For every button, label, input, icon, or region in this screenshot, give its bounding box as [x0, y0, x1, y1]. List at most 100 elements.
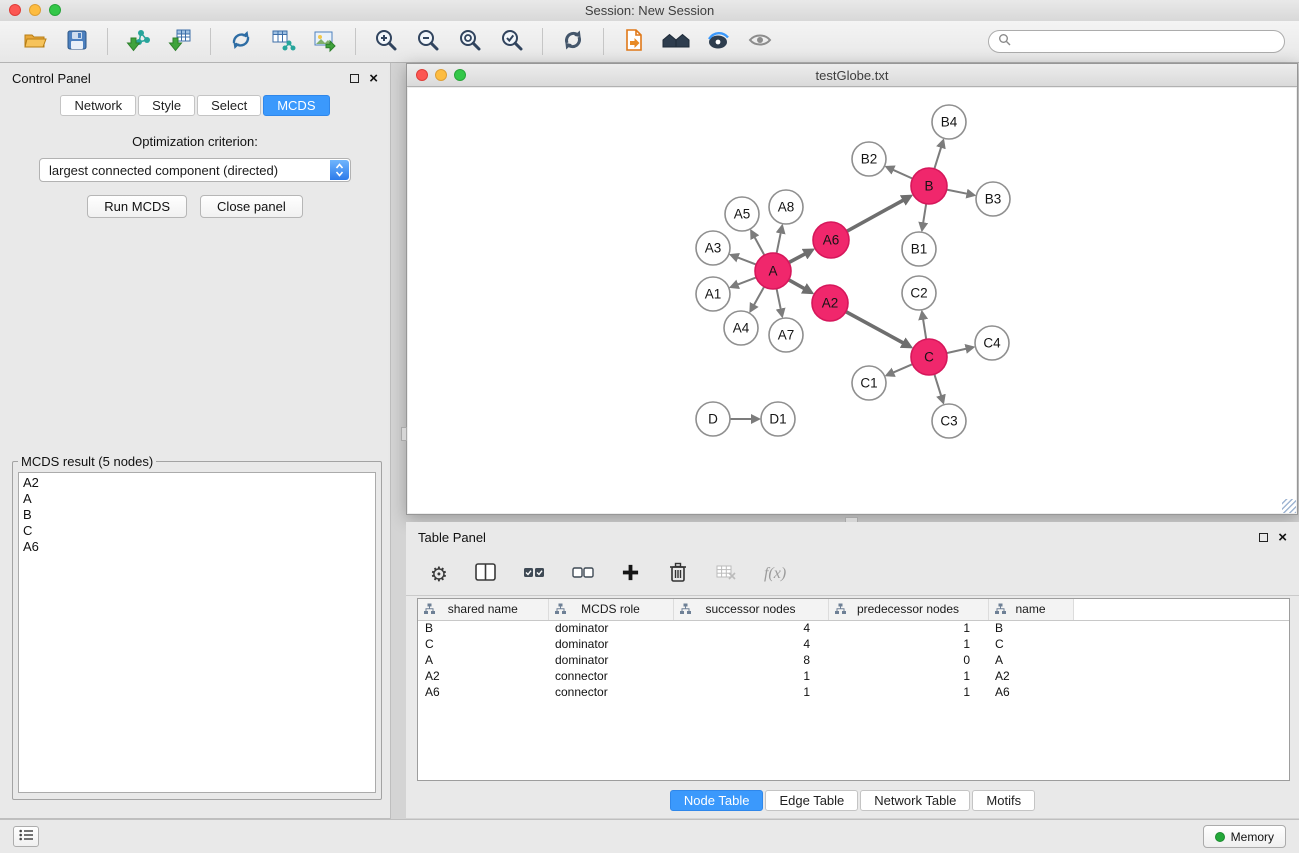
table-cell[interactable]: 1	[828, 636, 988, 652]
table-cell[interactable]: B	[418, 620, 548, 636]
close-window-button[interactable]	[9, 4, 21, 16]
graph-node-B2[interactable]: B2	[852, 142, 886, 176]
search-input[interactable]	[1016, 35, 1275, 49]
optimization-criterion-select[interactable]: largest connected component (directed)	[39, 158, 351, 182]
network-overview-button[interactable]	[659, 25, 693, 59]
table-settings-button[interactable]: ⚙	[430, 562, 448, 586]
table-cell[interactable]: 1	[673, 668, 828, 684]
graph-edge-B-B2[interactable]	[893, 170, 913, 179]
network-window-titlebar[interactable]: testGlobe.txt	[407, 64, 1297, 87]
table-cell[interactable]: dominator	[548, 636, 673, 652]
graph-node-A3[interactable]: A3	[696, 231, 730, 265]
table-cell[interactable]: A2	[418, 668, 548, 684]
apply-style-button[interactable]	[701, 25, 735, 59]
node-table[interactable]: shared nameMCDS rolesuccessor nodesprede…	[417, 598, 1290, 781]
graph-edge-B-B1[interactable]	[923, 204, 926, 224]
zoom-out-button[interactable]	[411, 25, 445, 59]
tab-network[interactable]: Network	[60, 95, 136, 116]
zoom-in-button[interactable]	[369, 25, 403, 59]
graph-node-A[interactable]: A	[755, 253, 791, 289]
export-document-button[interactable]	[617, 25, 651, 59]
graph-edge-B-B4[interactable]	[934, 147, 941, 169]
network-arrows-button[interactable]	[224, 25, 258, 59]
import-network-button[interactable]	[121, 25, 155, 59]
column-header-MCDS-role[interactable]: MCDS role	[548, 599, 673, 620]
graph-node-A6[interactable]: A6	[813, 222, 849, 258]
mcds-result-item[interactable]: A6	[23, 539, 371, 555]
table-cell[interactable]: 4	[673, 636, 828, 652]
zoom-fit-button[interactable]	[453, 25, 487, 59]
table-row[interactable]: Cdominator41C	[418, 636, 1289, 652]
graph-node-A8[interactable]: A8	[769, 190, 803, 224]
graph-edge-A-A5[interactable]	[754, 237, 764, 255]
mcds-result-item[interactable]: B	[23, 507, 371, 523]
table-cell[interactable]: C	[988, 636, 1073, 652]
show-hide-button[interactable]	[743, 25, 777, 59]
table-cell[interactable]: 1	[828, 684, 988, 700]
table-row[interactable]: Adominator80A	[418, 652, 1289, 668]
graph-node-C3[interactable]: C3	[932, 404, 966, 438]
mcds-result-box[interactable]: A2ABCA6	[18, 472, 376, 793]
graph-node-C1[interactable]: C1	[852, 366, 886, 400]
window-resize-grip[interactable]	[1282, 499, 1296, 513]
tab-motifs[interactable]: Motifs	[972, 790, 1035, 811]
import-table-button[interactable]	[163, 25, 197, 59]
graph-node-A5[interactable]: A5	[725, 197, 759, 231]
tab-node-table[interactable]: Node Table	[670, 790, 764, 811]
open-file-button[interactable]	[18, 25, 52, 59]
close-panel-button[interactable]: Close panel	[200, 195, 303, 218]
task-history-button[interactable]	[13, 826, 39, 847]
graph-edge-A-A2[interactable]	[789, 280, 805, 289]
tab-select[interactable]: Select	[197, 95, 261, 116]
run-mcds-button[interactable]: Run MCDS	[87, 195, 187, 218]
graph-node-B[interactable]: B	[911, 168, 947, 204]
graph-edge-A-A6[interactable]	[789, 254, 806, 263]
tab-edge-table[interactable]: Edge Table	[765, 790, 858, 811]
graph-node-A1[interactable]: A1	[696, 277, 730, 311]
graph-edge-A2-C[interactable]	[846, 312, 904, 343]
show-columns-button[interactable]	[475, 563, 496, 584]
column-header-predecessor-nodes[interactable]: predecessor nodes	[828, 599, 988, 620]
close-network-window-button[interactable]	[416, 69, 428, 81]
graph-node-B4[interactable]: B4	[932, 105, 966, 139]
graph-edge-A-A4[interactable]	[754, 287, 764, 306]
float-panel-icon[interactable]	[350, 74, 359, 83]
graph-node-B1[interactable]: B1	[902, 232, 936, 266]
table-cell[interactable]: A	[988, 652, 1073, 668]
network-canvas[interactable]: AA1A2A3A4A5A6A7A8BB1B2B3B4CC1C2C3C4DD1	[408, 88, 1296, 513]
graph-node-C4[interactable]: C4	[975, 326, 1009, 360]
table-cell[interactable]: 1	[828, 620, 988, 636]
table-cell[interactable]: connector	[548, 684, 673, 700]
mcds-result-item[interactable]: A	[23, 491, 371, 507]
graph-edge-A6-B[interactable]	[847, 200, 904, 231]
minimize-window-button[interactable]	[29, 4, 41, 16]
table-cell[interactable]: 1	[828, 668, 988, 684]
graph-edge-A-A1[interactable]	[737, 277, 756, 284]
mcds-result-item[interactable]: A2	[23, 475, 371, 491]
table-cell[interactable]: C	[418, 636, 548, 652]
function-builder-button[interactable]: f(x)	[764, 565, 786, 583]
table-cell[interactable]: 0	[828, 652, 988, 668]
table-row[interactable]: A6connector11A6	[418, 684, 1289, 700]
minimize-network-window-button[interactable]	[435, 69, 447, 81]
tab-network-table[interactable]: Network Table	[860, 790, 970, 811]
table-cell[interactable]: dominator	[548, 620, 673, 636]
graph-node-A2[interactable]: A2	[812, 285, 848, 321]
column-header-shared-name[interactable]: shared name	[418, 599, 548, 620]
table-network-button[interactable]	[266, 25, 300, 59]
graph-node-B3[interactable]: B3	[976, 182, 1010, 216]
graph-node-A4[interactable]: A4	[724, 311, 758, 345]
close-panel-icon[interactable]: ×	[369, 74, 378, 83]
graph-edge-A-A7[interactable]	[777, 289, 781, 310]
vertical-splitter-grip[interactable]	[401, 427, 407, 441]
create-column-button[interactable]	[621, 563, 640, 585]
graph-edge-C-C3[interactable]	[934, 374, 941, 396]
export-image-button[interactable]	[308, 25, 342, 59]
graph-node-A7[interactable]: A7	[769, 318, 803, 352]
graph-node-C[interactable]: C	[911, 339, 947, 375]
search-box[interactable]	[988, 30, 1285, 53]
table-row[interactable]: Bdominator41B	[418, 620, 1289, 636]
table-cell[interactable]: A6	[988, 684, 1073, 700]
select-all-columns-button[interactable]	[523, 565, 545, 583]
table-cell[interactable]: 1	[673, 684, 828, 700]
